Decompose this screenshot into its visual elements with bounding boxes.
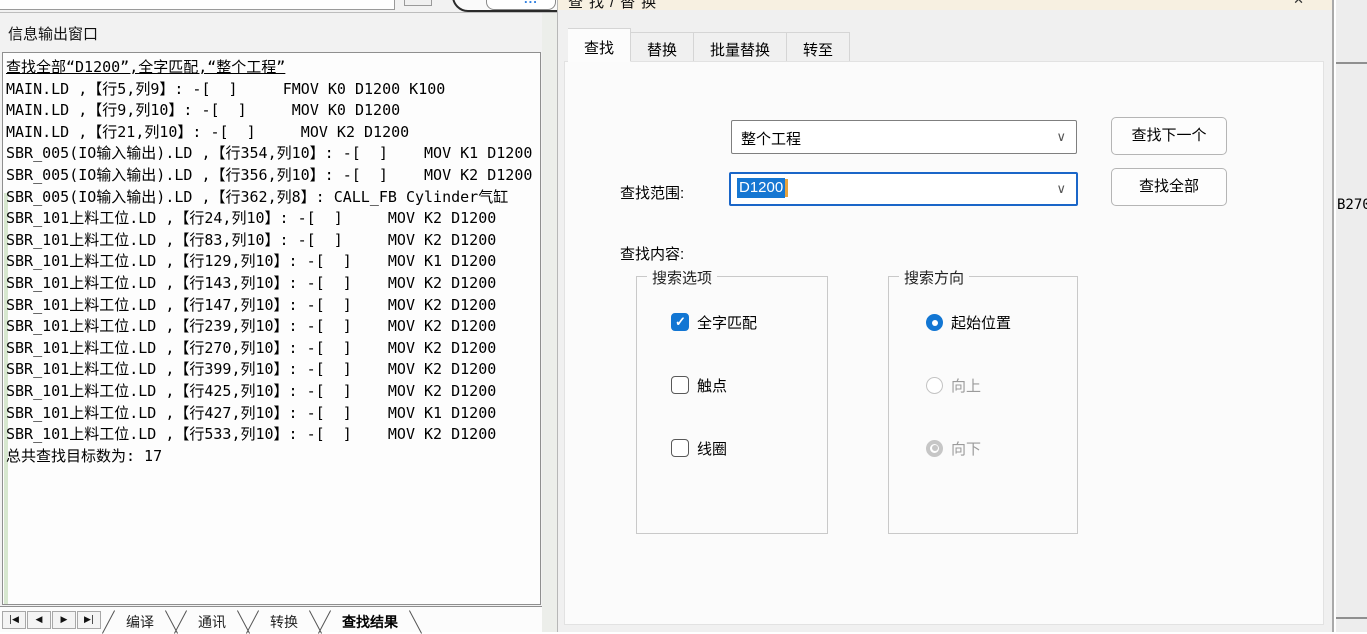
sheet-tab[interactable]: 转换 xyxy=(248,607,320,633)
background-divider-bottom xyxy=(1336,617,1367,619)
output-window-title: 信息输出窗口 xyxy=(8,23,98,44)
radio-label: 向下 xyxy=(951,438,981,459)
checkbox-option[interactable]: 全字匹配 xyxy=(671,313,757,331)
radio-label: 起始位置 xyxy=(951,312,1011,333)
output-line[interactable]: SBR_101上料工位.LD ,【行24,列10】: -[ ] MOV K2 D… xyxy=(6,208,541,230)
output-line[interactable]: SBR_101上料工位.LD ,【行147,列10】: -[ ] MOV K2 … xyxy=(6,295,541,317)
search-options-title: 搜索选项 xyxy=(647,267,717,288)
search-direction-list: 起始位置 向上 向下 xyxy=(926,313,1011,502)
close-icon[interactable]: ✕ xyxy=(1293,0,1304,8)
radio-option[interactable]: 向上 xyxy=(926,376,1011,394)
chevron-down-icon[interactable]: ∨ xyxy=(1056,129,1066,145)
toolbar-combo-fragment[interactable] xyxy=(0,0,395,10)
output-line[interactable]: SBR_101上料工位.LD ,【行143,列10】: -[ ] MOV K2 … xyxy=(6,273,541,295)
output-lines: 查找全部“D1200”,全字匹配,“整个工程”MAIN.LD ,【行5,列9】:… xyxy=(6,57,541,467)
find-tab-panel: 查找范围: 整个工程 ∨ 查找下一个 查找内容: D1200 ∨ 查找全部 搜索… xyxy=(564,61,1324,625)
scope-value: 整个工程 xyxy=(741,128,801,149)
search-direction-group: 搜索方向 起始位置 向上 向下 xyxy=(888,276,1078,534)
background-text-fragment: B270 xyxy=(1337,197,1367,213)
output-line[interactable]: SBR_101上料工位.LD ,【行83,列10】: -[ ] MOV K2 D… xyxy=(6,230,541,252)
output-line[interactable]: MAIN.LD ,【行9,列10】: -[ ] MOV K0 D1200 xyxy=(6,100,541,122)
output-line[interactable]: MAIN.LD ,【行5,列9】: -[ ] FMOV K0 D1200 K10… xyxy=(6,79,541,101)
checkbox-icon[interactable] xyxy=(671,439,689,457)
output-line[interactable]: SBR_101上料工位.LD ,【行129,列10】: -[ ] MOV K1 … xyxy=(6,251,541,273)
output-line[interactable]: SBR_005(IO输入输出).LD ,【行356,列10】: -[ ] MOV… xyxy=(6,165,541,187)
output-line[interactable]: SBR_101上料工位.LD ,【行399,列10】: -[ ] MOV K2 … xyxy=(6,359,541,381)
checkbox-option[interactable]: 线圈 xyxy=(671,439,757,457)
main-window-left-pane: ... 信息输出窗口 查找全部“D1200”,全字匹配,“整个工程”MAIN.L… xyxy=(0,0,557,632)
dialog-tab[interactable]: 替换 xyxy=(631,32,694,62)
text-caret xyxy=(785,179,788,197)
dialog-tabs: 查找替换批量替换转至 xyxy=(568,28,850,62)
tab-nav-buttons: |◀◀▶▶| xyxy=(2,611,102,629)
background-divider xyxy=(1336,62,1367,64)
window-gap-strip xyxy=(542,13,557,632)
output-line[interactable]: SBR_101上料工位.LD ,【行239,列10】: -[ ] MOV K2 … xyxy=(6,316,541,338)
output-line[interactable]: SBR_005(IO输入输出).LD ,【行362,列8】: CALL_FB C… xyxy=(6,187,541,209)
content-value: D1200 xyxy=(737,179,788,197)
radio-icon[interactable] xyxy=(926,314,943,331)
radio-option[interactable]: 起始位置 xyxy=(926,313,1011,331)
sheet-tab[interactable]: 编译 xyxy=(104,607,176,633)
output-line[interactable]: 查找全部“D1200”,全字匹配,“整个工程” xyxy=(6,57,541,79)
output-line[interactable]: SBR_101上料工位.LD ,【行270,列10】: -[ ] MOV K2 … xyxy=(6,338,541,360)
dialog-tab[interactable]: 转至 xyxy=(787,32,850,62)
tab-nav-arrow-icon[interactable]: |◀ xyxy=(2,611,26,629)
radio-option[interactable]: 向下 xyxy=(926,439,1011,457)
tab-nav-arrow-icon[interactable]: ▶| xyxy=(77,611,101,629)
output-list: 查找全部“D1200”,全字匹配,“整个工程”MAIN.LD ,【行5,列9】:… xyxy=(2,52,541,605)
dialog-title: 查找/替换 xyxy=(568,0,662,10)
find-all-button[interactable]: 查找全部 xyxy=(1111,168,1227,206)
dialog-tab[interactable]: 批量替换 xyxy=(694,32,787,62)
tab-nav-arrow-icon[interactable]: ▶ xyxy=(52,611,76,629)
dialog-tab[interactable]: 查找 xyxy=(568,28,631,62)
checkbox-option[interactable]: 触点 xyxy=(671,376,757,394)
chevron-down-icon[interactable]: ∨ xyxy=(1056,181,1066,197)
output-line[interactable]: MAIN.LD ,【行21,列10】: -[ ] MOV K2 D1200 xyxy=(6,122,541,144)
output-line[interactable]: SBR_005(IO输入输出).LD ,【行354,列10】: -[ ] MOV… xyxy=(6,143,541,165)
find-replace-dialog: 查找/替换 ✕ 查找替换批量替换转至 查找范围: 整个工程 ∨ 查找下一个 查找… xyxy=(557,0,1334,632)
search-direction-title: 搜索方向 xyxy=(899,267,969,288)
scope-label: 查找范围: xyxy=(620,182,684,203)
sheet-tabs: 编译通讯转换查找结果 xyxy=(104,607,420,633)
radio-icon[interactable] xyxy=(926,440,943,457)
tab-nav-arrow-icon[interactable]: ◀ xyxy=(27,611,51,629)
dialog-titlebar[interactable]: 查找/替换 ✕ xyxy=(558,0,1332,10)
output-line[interactable]: SBR_101上料工位.LD ,【行425,列10】: -[ ] MOV K2 … xyxy=(6,381,541,403)
sheet-tab[interactable]: 通讯 xyxy=(176,607,248,633)
toolbar-fragment: ... xyxy=(0,0,557,13)
sheet-tab[interactable]: 查找结果 xyxy=(320,607,420,633)
find-next-button[interactable]: 查找下一个 xyxy=(1111,117,1227,155)
output-line[interactable]: SBR_101上料工位.LD ,【行427,列10】: -[ ] MOV K1 … xyxy=(6,403,541,425)
output-line[interactable]: SBR_101上料工位.LD ,【行533,列10】: -[ ] MOV K2 … xyxy=(6,424,541,446)
search-options-list: 全字匹配 触点 线圈 xyxy=(671,313,757,502)
result-tab-bar: |◀◀▶▶| 编译通讯转换查找结果 xyxy=(0,606,557,632)
toolbar-button-fragment[interactable] xyxy=(404,0,432,6)
checkbox-icon[interactable] xyxy=(671,376,689,394)
radio-icon[interactable] xyxy=(926,377,943,394)
checkbox-icon[interactable] xyxy=(671,313,689,331)
output-line[interactable]: 总共查找目标数为: 17 xyxy=(6,446,541,468)
background-window-strip: B270 xyxy=(1336,0,1367,632)
search-options-group: 搜索选项 全字匹配 触点 线圈 xyxy=(636,276,828,534)
checkbox-label: 线圈 xyxy=(697,438,727,459)
checkbox-label: 全字匹配 xyxy=(697,312,757,333)
content-combobox[interactable]: D1200 ∨ xyxy=(729,172,1078,206)
selected-text: D1200 xyxy=(737,178,785,198)
ellipsis-icon: ... xyxy=(524,0,538,6)
toolbar-icon-button-fragment[interactable] xyxy=(486,0,556,10)
radio-label: 向上 xyxy=(951,375,981,396)
content-label: 查找内容: xyxy=(620,243,684,264)
scope-combobox[interactable]: 整个工程 ∨ xyxy=(731,120,1077,154)
checkbox-label: 触点 xyxy=(697,375,727,396)
